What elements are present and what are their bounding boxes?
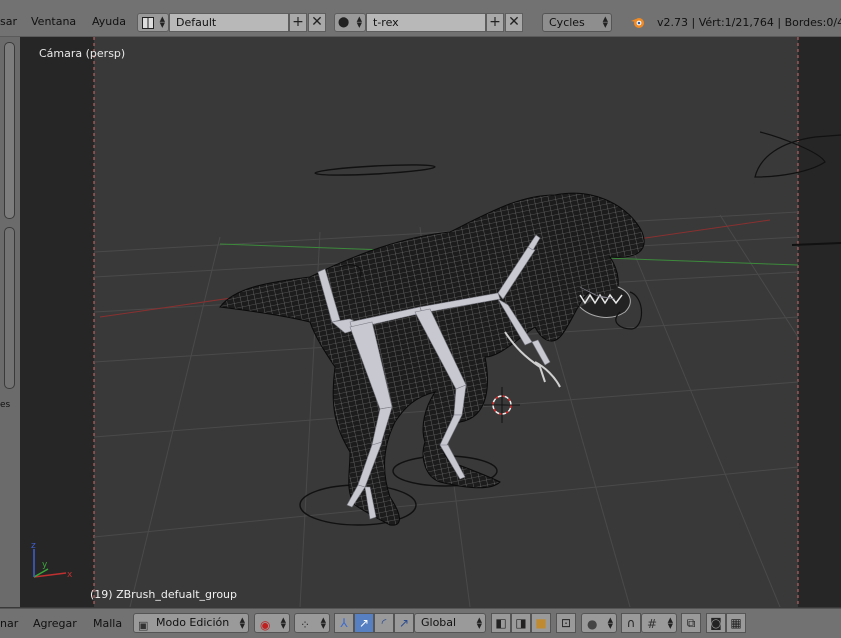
mode-label: Modo Edición	[156, 616, 230, 629]
scale-manipulator-button[interactable]: ↗	[394, 613, 414, 633]
camera-passepartout-left	[20, 37, 94, 607]
snap-element-dropdown[interactable]: # ▲ ▼	[641, 613, 677, 633]
mode-dropdown[interactable]: ▣ Modo Edición ▲ ▼	[133, 613, 249, 633]
rotate-manipulator-button[interactable]: ◜	[374, 613, 394, 633]
vertex-select-button[interactable]: ◧	[491, 613, 511, 633]
layout-name-field[interactable]: Default	[169, 13, 289, 32]
updown-icon: ▲ ▼	[667, 616, 673, 630]
overlay-icon: ⧉	[686, 616, 696, 630]
add-scene-button[interactable]: +	[486, 13, 504, 32]
add-layout-button[interactable]: +	[289, 13, 307, 32]
svg-text:z: z	[31, 541, 36, 551]
updown-icon: ▲ ▼	[239, 616, 245, 630]
screen-layout-selector[interactable]: ▲ ▼	[137, 13, 169, 32]
render-engine-label: Cycles	[549, 16, 585, 29]
vertex-select-icon: ◧	[495, 616, 507, 630]
view-name-label: Cámara (persp)	[39, 47, 126, 60]
tool-shelf-scrollbar[interactable]	[4, 42, 15, 219]
updown-icon: ▲ ▼	[602, 15, 608, 29]
tool-shelf-strip: es	[0, 37, 20, 607]
updown-icon: ▲ ▼	[320, 616, 326, 630]
scene-name-field[interactable]: t-rex	[366, 13, 486, 32]
updown-icon: ▲ ▼	[356, 15, 362, 29]
updown-icon: ▲ ▼	[159, 15, 165, 29]
menu-malla[interactable]: Malla	[93, 617, 122, 630]
remove-scene-button[interactable]: ✕	[505, 13, 523, 32]
3d-viewport[interactable]: x y z Cámara (persp) (19) ZBrush_defualt…	[20, 37, 841, 607]
scene-selector[interactable]: ⬤ ▲ ▼	[334, 13, 366, 32]
proportional-editing-dropdown[interactable]: ● ▲ ▼	[581, 613, 617, 633]
scale-icon: ↗	[398, 616, 410, 630]
rotate-arc-icon: ◜	[381, 616, 387, 630]
magnet-icon: ∩	[626, 616, 636, 630]
overlay-toggle-button[interactable]: ⧉	[681, 613, 701, 633]
camera-icon: ◙	[710, 616, 722, 630]
info-header: sar Ventana Ayuda ▲ ▼ Default + ✕ ⬤ ▲ ▼ t-…	[0, 0, 841, 37]
pivot-point-dropdown[interactable]: ⁘ ▲ ▼	[294, 613, 330, 633]
proportional-edit-icon: ●	[587, 617, 598, 631]
transform-orientation-dropdown[interactable]: Global ▲ ▼	[414, 613, 486, 633]
updown-icon: ▲ ▼	[280, 616, 286, 630]
active-object-label: (19) ZBrush_defualt_group	[90, 588, 238, 601]
snap-grid-icon: #	[647, 617, 658, 631]
orientation-label: Global	[421, 616, 457, 629]
edge-select-button[interactable]: ◨	[511, 613, 531, 633]
viewport-shading-dropdown[interactable]: ◉ ▲ ▼	[254, 613, 290, 633]
render-still-button[interactable]: ◙	[706, 613, 726, 633]
menu-render[interactable]: sar	[0, 15, 17, 28]
menu-seleccionar[interactable]: nar	[0, 617, 18, 630]
pivot-icon: ⁘	[300, 618, 311, 632]
menu-agregar[interactable]: Agregar	[33, 617, 77, 630]
limit-selection-button[interactable]: ⊡	[556, 613, 576, 633]
manipulator-icon: ⅄	[340, 616, 348, 630]
tool-shelf-tab-label[interactable]: es	[0, 400, 10, 410]
snap-toggle-button[interactable]: ∩	[621, 613, 641, 633]
layout-grid-icon	[142, 17, 154, 29]
blender-logo-icon	[630, 14, 646, 30]
limit-selection-icon: ⊡	[560, 616, 572, 630]
render-engine-dropdown[interactable]: Cycles ▲ ▼	[542, 13, 612, 32]
3d-view-header: nar Agregar Malla ▣ Modo Edición ▲ ▼ ◉ ▲ ▼…	[0, 608, 841, 638]
svg-text:x: x	[67, 570, 73, 580]
face-select-icon: ■	[535, 616, 547, 630]
render-animation-button[interactable]: ▦	[726, 613, 746, 633]
edge-select-icon: ◨	[515, 616, 527, 630]
translate-arrow-icon: ↗	[358, 616, 370, 630]
face-select-button[interactable]: ■	[531, 613, 551, 633]
tool-shelf-scrollbar-lower[interactable]	[4, 227, 15, 389]
updown-icon: ▲ ▼	[607, 616, 613, 630]
manipulator-toggle-button[interactable]: ⅄	[334, 613, 354, 633]
remove-layout-button[interactable]: ✕	[308, 13, 326, 32]
scene-icon: ⬤	[338, 17, 350, 28]
updown-icon: ▲ ▼	[476, 616, 482, 630]
shading-icon: ◉	[260, 618, 271, 632]
menu-ayuda[interactable]: Ayuda	[92, 15, 126, 28]
camera-passepartout-right	[798, 37, 841, 607]
menu-ventana[interactable]: Ventana	[31, 15, 76, 28]
clapperboard-icon: ▦	[730, 616, 742, 630]
scene-statistics: v2.73 | Vért:1/21,764 | Bordes:0/43,	[657, 16, 841, 29]
edit-mode-icon: ▣	[138, 619, 149, 632]
svg-text:y: y	[42, 560, 48, 570]
translate-manipulator-button[interactable]: ↗	[354, 613, 374, 633]
